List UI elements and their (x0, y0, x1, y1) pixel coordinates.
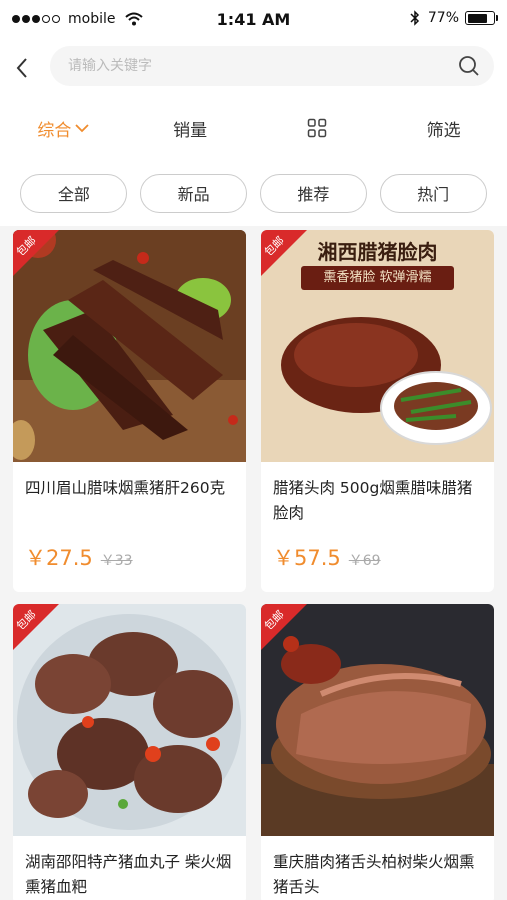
product-card[interactable]: 包邮 重庆腊肉猪舌头柏树柴火烟熏猪舌头 (261, 604, 494, 900)
filter-label: 筛选 (426, 120, 461, 141)
sort-comprehensive-label: 综合 (37, 120, 72, 141)
battery-level (467, 13, 487, 23)
grid-view-icon (307, 118, 327, 138)
product-price: ￥57.5 (273, 546, 341, 570)
search-input[interactable] (50, 46, 430, 86)
product-title[interactable]: 四川眉山腊味烟熏猪肝260克 (13, 462, 246, 526)
search-header (0, 40, 507, 96)
price-row: ￥57.5 ￥69 (261, 526, 494, 572)
tag-all[interactable]: 全部 (20, 173, 128, 213)
status-bar: mobile 1:41 AM 77% (0, 0, 507, 40)
product-title[interactable]: 腊猪头肉 500g烟熏腊味腊猪脸肉 (261, 462, 494, 526)
battery-percentage: 77% (427, 10, 459, 26)
bluetooth-icon (410, 10, 419, 26)
chevron-down-icon (75, 124, 90, 133)
sort-bar: 综合 销量 筛选 (0, 96, 507, 160)
product-image[interactable]: 包邮 (13, 230, 246, 462)
product-image[interactable]: 湘西腊猪脸肉 熏香猪脸 软弹滑糯 包邮 (261, 230, 494, 462)
search-box[interactable] (50, 46, 494, 86)
product-title[interactable]: 重庆腊肉猪舌头柏树柴火烟熏猪舌头 (261, 836, 494, 900)
tag-new[interactable]: 新品 (140, 173, 248, 213)
category-tags: 全部 新品 推荐 热门 (0, 160, 507, 226)
product-image[interactable]: 包邮 (13, 604, 246, 836)
product-card[interactable]: 湘西腊猪脸肉 熏香猪脸 软弹滑糯 包邮 腊猪头肉 500g烟熏腊味腊猪脸肉 ￥5… (261, 230, 494, 592)
product-card[interactable]: 包邮 湖南邵阳特产猪血丸子 柴火烟熏猪血粑 (13, 604, 246, 900)
toggle-grid-view[interactable] (254, 96, 381, 160)
product-original-price: ￥33 (100, 553, 133, 569)
chevron-left-icon (16, 58, 27, 78)
price-row: ￥27.5 ￥33 (13, 526, 246, 572)
sort-comprehensive[interactable]: 综合 (0, 96, 127, 160)
product-title[interactable]: 湖南邵阳特产猪血丸子 柴火烟熏猪血粑 (13, 836, 246, 900)
product-price: ￥27.5 (25, 546, 93, 570)
back-button[interactable] (8, 52, 36, 84)
filter-button[interactable]: 筛选 (380, 96, 507, 160)
sort-sales-label: 销量 (173, 120, 208, 141)
sort-sales[interactable]: 销量 (127, 96, 254, 160)
product-card[interactable]: 包邮 四川眉山腊味烟熏猪肝260克 ￥27.5 ￥33 (13, 230, 246, 592)
battery-icon (465, 11, 498, 25)
product-image[interactable]: 包邮 (261, 604, 494, 836)
image-subcaption: 熏香猪脸 软弹滑糯 (301, 266, 454, 290)
tag-hot[interactable]: 热门 (379, 173, 487, 213)
search-icon[interactable] (458, 55, 480, 77)
tag-recommended[interactable]: 推荐 (259, 173, 367, 213)
product-original-price: ￥69 (348, 553, 381, 569)
